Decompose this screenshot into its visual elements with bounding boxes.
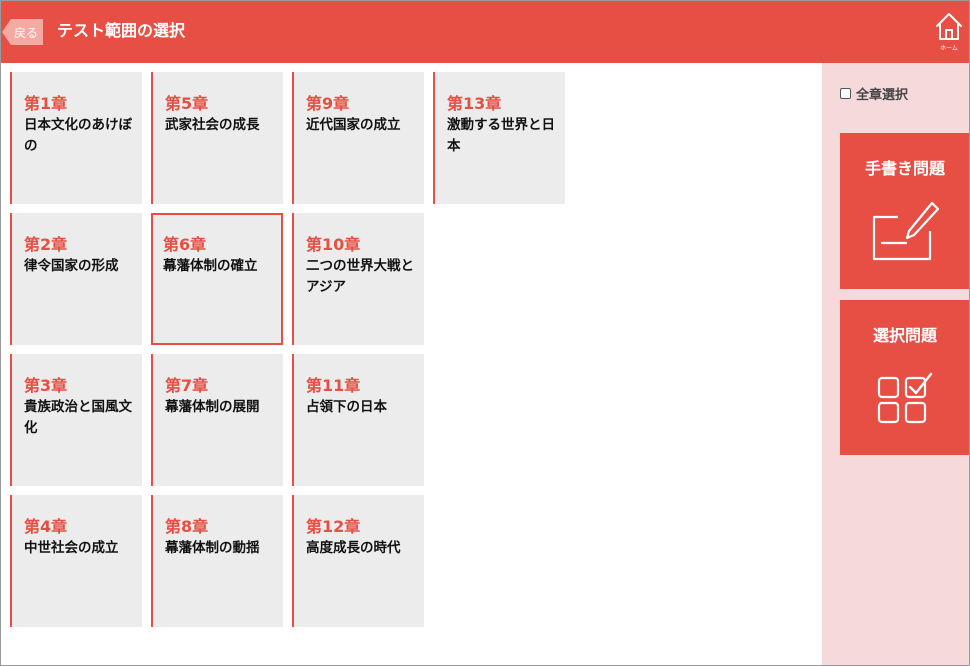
chapter-card-1[interactable]: 第1章 日本文化のあけぼの [10,72,142,204]
chapter-title: 幕藩体制の展開 [165,399,260,415]
chapter-number: 第6章 [163,235,207,254]
handwriting-quiz-label: 手書き問題 [864,159,945,178]
app-header: 戻る テスト範囲の選択 ホーム [0,0,970,63]
chapter-title: 幕藩体制の確立 [163,258,258,274]
chapter-title: 近代国家の成立 [306,117,401,133]
chapter-title: 貴族政治と国風文化 [24,399,132,436]
chapter-card-8[interactable]: 第8章 幕藩体制の動揺 [151,495,283,627]
chapter-card-9[interactable]: 第9章 近代国家の成立 [292,72,424,204]
select-all-toggle[interactable]: 全章選択 [840,84,908,103]
chapter-number: 第13章 [447,94,502,113]
chapter-title: 二つの世界大戦とアジア [306,258,414,295]
chapter-title: 高度成長の時代 [306,540,401,556]
chapter-number: 第1章 [24,94,68,113]
multiple-choice-quiz-button[interactable]: 選択問題 [840,300,970,455]
chapter-number: 第5章 [165,94,209,113]
select-all-label: 全章選択 [856,88,909,103]
back-button[interactable]: 戻る [2,19,43,45]
chapter-title: 日本文化のあけぼの [24,117,132,154]
chapter-title: 幕藩体制の動揺 [165,540,260,556]
chapter-card-4[interactable]: 第4章 中世社会の成立 [10,495,142,627]
chapter-card-10[interactable]: 第10章 二つの世界大戦とアジア [292,213,424,345]
pen-tablet-icon [872,201,940,261]
back-button-label: 戻る [13,25,38,40]
chapter-number: 第4章 [24,517,68,536]
chapter-card-12[interactable]: 第12章 高度成長の時代 [292,495,424,627]
chapter-title: 武家社会の成長 [165,117,260,133]
mode-sidebar: 全章選択 手書き問題 選択問題 [822,63,970,666]
home-icon [936,13,962,40]
chapter-number: 第11章 [306,376,361,395]
chapter-card-11[interactable]: 第11章 占領下の日本 [292,354,424,486]
chapter-card-2[interactable]: 第2章 律令国家の形成 [10,213,142,345]
chapter-title: 中世社会の成立 [24,540,119,556]
home-button[interactable]: ホーム [932,10,966,52]
chapter-card-7[interactable]: 第7章 幕藩体制の展開 [151,354,283,486]
select-all-checkbox[interactable] [840,88,851,99]
multiple-choice-quiz-label: 選択問題 [872,326,937,345]
chapter-number: 第8章 [165,517,209,536]
chapter-number: 第10章 [306,235,361,254]
chapter-card-5[interactable]: 第5章 武家社会の成長 [151,72,283,204]
chapter-number: 第3章 [24,376,68,395]
chapter-card-6[interactable]: 第6章 幕藩体制の確立 [151,213,283,345]
chapter-number: 第7章 [165,376,209,395]
chapter-number: 第2章 [24,235,68,254]
chapter-title: 激動する世界と日本 [447,117,555,154]
handwriting-quiz-button[interactable]: 手書き問題 [840,133,970,289]
page-title: テスト範囲の選択 [57,21,186,40]
chapter-title: 律令国家の形成 [24,258,119,274]
chapter-card-13[interactable]: 第13章 激動する世界と日本 [433,72,565,204]
chapter-number: 第12章 [306,517,361,536]
chapter-card-3[interactable]: 第3章 貴族政治と国風文化 [10,354,142,486]
chapter-title: 占領下の日本 [306,399,387,415]
chapter-number: 第9章 [306,94,350,113]
home-button-label: ホーム [940,45,958,52]
checklist-grid-icon [877,372,933,424]
